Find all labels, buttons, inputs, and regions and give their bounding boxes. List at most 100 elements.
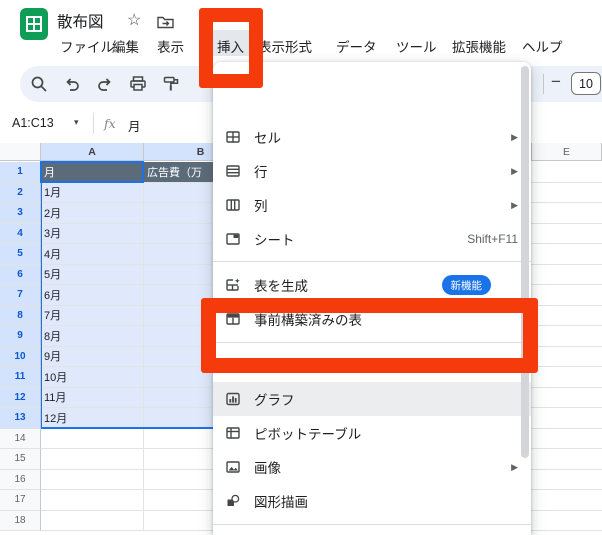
menubar-edit[interactable]: 編集 — [112, 36, 139, 56]
cell-a11[interactable]: 10月 — [41, 367, 144, 388]
row-header[interactable]: 13 — [0, 408, 41, 429]
redo-icon[interactable] — [95, 74, 115, 94]
cell-e17[interactable] — [531, 490, 602, 511]
cell-a2[interactable]: 1月 — [41, 183, 144, 204]
cell-e4[interactable] — [531, 224, 602, 245]
cell-e8[interactable] — [531, 306, 602, 327]
menubar-file[interactable]: ファイル — [60, 36, 114, 56]
row-header[interactable]: 10 — [0, 347, 41, 368]
row-header[interactable]: 11 — [0, 367, 41, 388]
print-icon[interactable] — [128, 74, 148, 94]
menubar-insert[interactable]: 挿入 — [217, 36, 244, 56]
zoom-out-button[interactable]: − — [551, 72, 561, 92]
row-header[interactable]: 15 — [0, 449, 41, 470]
cell-e12[interactable] — [531, 388, 602, 409]
menu-divider — [213, 261, 531, 262]
row-header[interactable]: 14 — [0, 429, 41, 450]
cell-a5[interactable]: 4月 — [41, 244, 144, 265]
cell-e14[interactable] — [531, 429, 602, 450]
cell-e16[interactable] — [531, 470, 602, 491]
cell-a7[interactable]: 6月 — [41, 285, 144, 306]
cell-a13[interactable]: 12月 — [41, 408, 144, 429]
row-header[interactable]: 6 — [0, 265, 41, 286]
cell-a14[interactable] — [41, 429, 144, 450]
undo-icon[interactable] — [62, 74, 82, 94]
cell-e3[interactable] — [531, 203, 602, 224]
menubar-tools[interactable]: ツール — [396, 36, 437, 56]
name-box-dropdown-icon[interactable]: ▾ — [74, 117, 79, 128]
rows-icon — [225, 163, 241, 179]
cell-a4[interactable]: 3月 — [41, 224, 144, 245]
menu-scrollbar[interactable] — [521, 66, 529, 458]
menu-item-pivot-table[interactable]: ピボットテーブル — [213, 416, 531, 450]
cell-e19[interactable] — [531, 531, 602, 535]
menu-item-columns[interactable]: 列 ▶ — [213, 188, 531, 222]
cell-e15[interactable] — [531, 449, 602, 470]
row-header[interactable]: 16 — [0, 470, 41, 491]
cell-a3[interactable]: 2月 — [41, 203, 144, 224]
cell-a9[interactable]: 8月 — [41, 326, 144, 347]
cell-e6[interactable] — [531, 265, 602, 286]
row-header[interactable]: 2 — [0, 183, 41, 204]
toolbar-divider — [543, 74, 544, 94]
cell-a16[interactable] — [41, 470, 144, 491]
sheet-icon — [225, 231, 241, 247]
row-header[interactable]: 3 — [0, 203, 41, 224]
cell-e13[interactable] — [531, 408, 602, 429]
row-header[interactable]: 7 — [0, 285, 41, 306]
row-header[interactable]: 9 — [0, 326, 41, 347]
move-folder-icon[interactable] — [157, 14, 174, 29]
menu-item-cells[interactable]: セル ▶ — [213, 120, 531, 154]
row-header[interactable]: 4 — [0, 224, 41, 245]
row-header[interactable]: 1 — [0, 162, 41, 183]
menu-item-prebuilt-tables[interactable]: 事前構築済みの表 — [213, 302, 531, 336]
cell-e10[interactable] — [531, 347, 602, 368]
cell-e1[interactable] — [531, 162, 602, 183]
menu-item-image[interactable]: 画像 ▶ — [213, 450, 531, 484]
menubar-data[interactable]: データ — [336, 36, 377, 56]
row-header[interactable]: 5 — [0, 244, 41, 265]
cell-e5[interactable] — [531, 244, 602, 265]
cell-a17[interactable] — [41, 490, 144, 511]
paint-format-icon[interactable] — [161, 74, 181, 94]
formula-input[interactable]: 月 — [128, 116, 141, 135]
menubar-format[interactable]: 表示形式 — [258, 36, 312, 56]
column-header-e[interactable]: E — [531, 143, 602, 161]
column-header-a[interactable]: A — [41, 143, 144, 161]
menu-item-obscured[interactable] — [213, 348, 531, 382]
cell-a15[interactable] — [41, 449, 144, 470]
row-header[interactable]: 12 — [0, 388, 41, 409]
cell-e2[interactable] — [531, 183, 602, 204]
menu-item-rows[interactable]: 行 ▶ — [213, 154, 531, 188]
cell-e18[interactable] — [531, 511, 602, 532]
row-header[interactable]: 8 — [0, 306, 41, 327]
cell-a12[interactable]: 11月 — [41, 388, 144, 409]
cell-a1[interactable]: 月 — [41, 162, 144, 183]
menu-item-function[interactable]: Σ 関数 ▶ — [213, 530, 531, 535]
menubar-help[interactable]: ヘルプ — [522, 36, 563, 56]
menubar-view[interactable]: 表示 — [157, 36, 184, 56]
cell-e9[interactable] — [531, 326, 602, 347]
menubar-extensions[interactable]: 拡張機能 — [452, 36, 506, 56]
cell-e7[interactable] — [531, 285, 602, 306]
row-header[interactable]: 17 — [0, 490, 41, 511]
cell-a6[interactable]: 5月 — [41, 265, 144, 286]
row-header[interactable]: 18 — [0, 511, 41, 532]
cell-a10[interactable]: 9月 — [41, 347, 144, 368]
image-icon — [225, 459, 241, 475]
cell-e11[interactable] — [531, 367, 602, 388]
submenu-arrow-icon: ▶ — [511, 200, 518, 211]
cell-a8[interactable]: 7月 — [41, 306, 144, 327]
font-size-input[interactable]: 10 — [571, 72, 601, 95]
menu-item-generate-table[interactable]: 表を生成 新機能 — [213, 268, 531, 302]
star-icon[interactable]: ☆ — [127, 10, 141, 30]
sheets-logo-icon[interactable] — [19, 7, 49, 41]
menu-item-drawing[interactable]: 図形描画 — [213, 484, 531, 518]
cell-a18[interactable] — [41, 511, 144, 532]
menu-item-chart[interactable]: グラフ — [213, 382, 531, 416]
document-title[interactable]: 散布図 — [57, 10, 104, 32]
menu-item-sheet[interactable]: シート Shift+F11 — [213, 222, 531, 256]
select-all-corner[interactable] — [0, 143, 41, 161]
name-box[interactable]: A1:C13 — [12, 116, 54, 130]
search-icon[interactable] — [29, 74, 49, 94]
